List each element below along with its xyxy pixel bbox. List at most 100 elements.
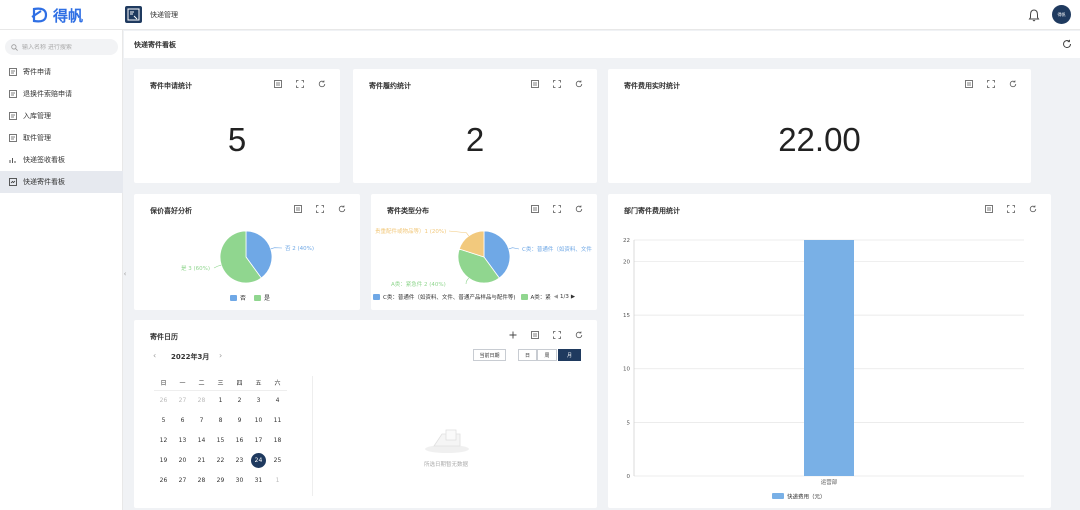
card-calendar: 寄件日历 ‹ 2022年3月 › 当前日期 日 周 月 日 一 二 三 四 五 …	[134, 320, 597, 508]
app-icon[interactable]	[125, 6, 142, 23]
pie-label-line	[270, 247, 283, 250]
sidebar-item-receipt-board[interactable]: 快递签收看板	[0, 149, 123, 171]
calendar-day[interactable]: 1	[211, 390, 230, 410]
view-label: 月	[566, 352, 572, 359]
legend-item[interactable]: A类：紧	[531, 293, 551, 301]
calendar-day[interactable]: 13	[173, 430, 192, 450]
calendar-day[interactable]: 27	[173, 470, 192, 490]
calendar-day[interactable]: 1	[268, 470, 287, 490]
card-tools	[495, 331, 583, 339]
legend-swatch	[373, 294, 380, 300]
export-icon[interactable]	[531, 331, 539, 339]
add-icon[interactable]	[509, 331, 517, 339]
calendar-day[interactable]: 2	[230, 390, 249, 410]
card-tools	[260, 80, 326, 88]
legend-item[interactable]: 否	[240, 293, 246, 302]
y-tick-label: 20	[623, 259, 630, 265]
refresh-icon[interactable]	[1062, 39, 1072, 49]
calendar-day[interactable]: 6	[173, 410, 192, 430]
calendar-day[interactable]: 30	[230, 470, 249, 490]
fullscreen-icon[interactable]	[553, 331, 561, 339]
calendar-day[interactable]: 19	[154, 450, 173, 470]
sidebar-item-inbound[interactable]: 入库管理	[0, 105, 123, 127]
calendar-day[interactable]: 5	[154, 410, 173, 430]
avatar[interactable]: 得帆	[1052, 5, 1071, 24]
sidebar-collapse-toggle[interactable]: ‹	[121, 265, 129, 283]
sidebar-item-send-board[interactable]: 快递寄件看板	[0, 171, 123, 193]
pie-slice-label: 贵重配件或物品等）1 (20%)	[375, 227, 446, 235]
refresh-icon[interactable]	[575, 331, 583, 339]
calendar-day[interactable]: 12	[154, 430, 173, 450]
dept-bar-chart: 0 5 10 15 20 22 运营部快递费用（元）	[623, 238, 1024, 501]
search-icon	[11, 43, 18, 51]
calendar-day[interactable]: 26	[154, 470, 173, 490]
card-tools	[951, 80, 1017, 88]
sidebar-item-apply[interactable]: 寄件申请	[0, 61, 123, 83]
calendar-day[interactable]: 25	[268, 450, 287, 470]
refresh-icon[interactable]	[575, 80, 583, 88]
calendar-day[interactable]: 3	[249, 390, 268, 410]
legend-next-icon[interactable]: ▶	[571, 294, 575, 300]
calendar-day[interactable]: 22	[211, 450, 230, 470]
logo[interactable]: 得帆	[30, 5, 83, 25]
calendar-day-selected[interactable]: 24	[249, 450, 268, 470]
calendar-day[interactable]: 16	[230, 430, 249, 450]
export-icon[interactable]	[274, 80, 282, 88]
refresh-icon[interactable]	[318, 80, 326, 88]
next-month-icon[interactable]: ›	[219, 351, 222, 360]
form-icon	[9, 112, 17, 120]
pie-label-line	[465, 277, 469, 285]
fullscreen-icon[interactable]	[296, 80, 304, 88]
sidebar-search[interactable]	[5, 39, 118, 55]
calendar-day[interactable]: 28	[192, 390, 211, 410]
calendar-day[interactable]: 29	[211, 470, 230, 490]
export-icon[interactable]	[531, 80, 539, 88]
calendar-day[interactable]: 31	[249, 470, 268, 490]
pie-label-line	[213, 264, 222, 269]
fullscreen-icon[interactable]	[553, 80, 561, 88]
calendar-day[interactable]: 27	[173, 390, 192, 410]
stat-value: 22.00	[778, 121, 861, 158]
calendar-day[interactable]: 23	[230, 450, 249, 470]
today-button-label: 当前日期	[479, 352, 500, 359]
calendar-day[interactable]: 21	[192, 450, 211, 470]
calendar-day[interactable]: 28	[192, 470, 211, 490]
export-icon[interactable]	[965, 80, 973, 88]
calendar-day[interactable]: 20	[173, 450, 192, 470]
calendar-day[interactable]: 10	[249, 410, 268, 430]
form-icon	[9, 90, 17, 98]
calendar-day[interactable]: 15	[211, 430, 230, 450]
view-month-button[interactable]: 月	[558, 349, 581, 361]
bell-icon[interactable]	[1028, 8, 1040, 22]
view-day-button[interactable]: 日	[518, 349, 537, 361]
logo-icon	[31, 7, 48, 23]
today-button[interactable]: 当前日期	[473, 349, 506, 361]
calendar-day[interactable]: 17	[249, 430, 268, 450]
legend-item[interactable]: 是	[264, 293, 270, 302]
sidebar-item-pickup[interactable]: 取件管理	[0, 127, 123, 149]
stat-value: 2	[465, 121, 485, 158]
pie-slice-label: 是 3 (60%)	[181, 265, 210, 272]
legend-prev-icon[interactable]: ◀	[554, 294, 558, 300]
weekday-label: 五	[255, 380, 262, 388]
legend-item[interactable]: C类：普通件（如资料、文件、普通产品样品与配件等)	[383, 293, 516, 301]
fullscreen-icon[interactable]	[987, 80, 995, 88]
prev-month-icon[interactable]: ‹	[153, 351, 156, 360]
calendar-day[interactable]: 4	[268, 390, 287, 410]
legend-item[interactable]: 快递费用（元）	[787, 493, 826, 501]
calendar-day[interactable]: 8	[211, 410, 230, 430]
calendar-day[interactable]: 11	[268, 410, 287, 430]
calendar-day[interactable]: 26	[154, 390, 173, 410]
calendar-day[interactable]: 7	[192, 410, 211, 430]
refresh-icon[interactable]	[1009, 80, 1017, 88]
calendar-day[interactable]: 18	[268, 430, 287, 450]
calendar-day[interactable]: 9	[230, 410, 249, 430]
sidebar-item-claim[interactable]: 退换件索赔申请	[0, 83, 123, 105]
card-types-pie: 寄件类型分布 C类：普通件（如资料、文件 A类：紧急件 2 (40%) 贵重配件或物…	[371, 194, 597, 310]
view-week-button[interactable]: 周	[537, 349, 557, 361]
card-dept-bar: 部门寄件费用统计 0 5 10 15 20 22 运营部 快递费用（元）	[608, 194, 1051, 508]
search-input[interactable]	[22, 43, 112, 51]
view-label: 日	[524, 352, 530, 359]
calendar-day[interactable]: 14	[192, 430, 211, 450]
bar[interactable]	[804, 240, 854, 476]
